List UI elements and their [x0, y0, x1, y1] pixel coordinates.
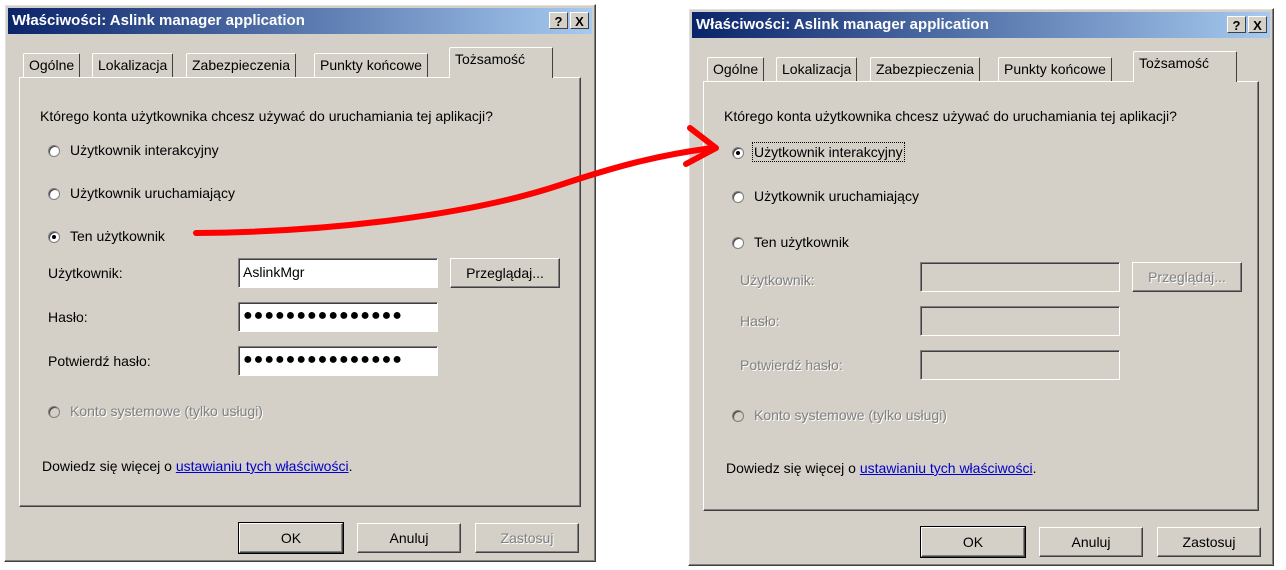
right-tab-identity[interactable]: Tożsamość [1133, 51, 1237, 82]
annotation-arrow-head [683, 125, 719, 167]
annotation-arrow [193, 125, 719, 236]
annotation-arrow-line [193, 145, 715, 236]
left-tab-identity[interactable]: Tożsamość [449, 47, 553, 78]
